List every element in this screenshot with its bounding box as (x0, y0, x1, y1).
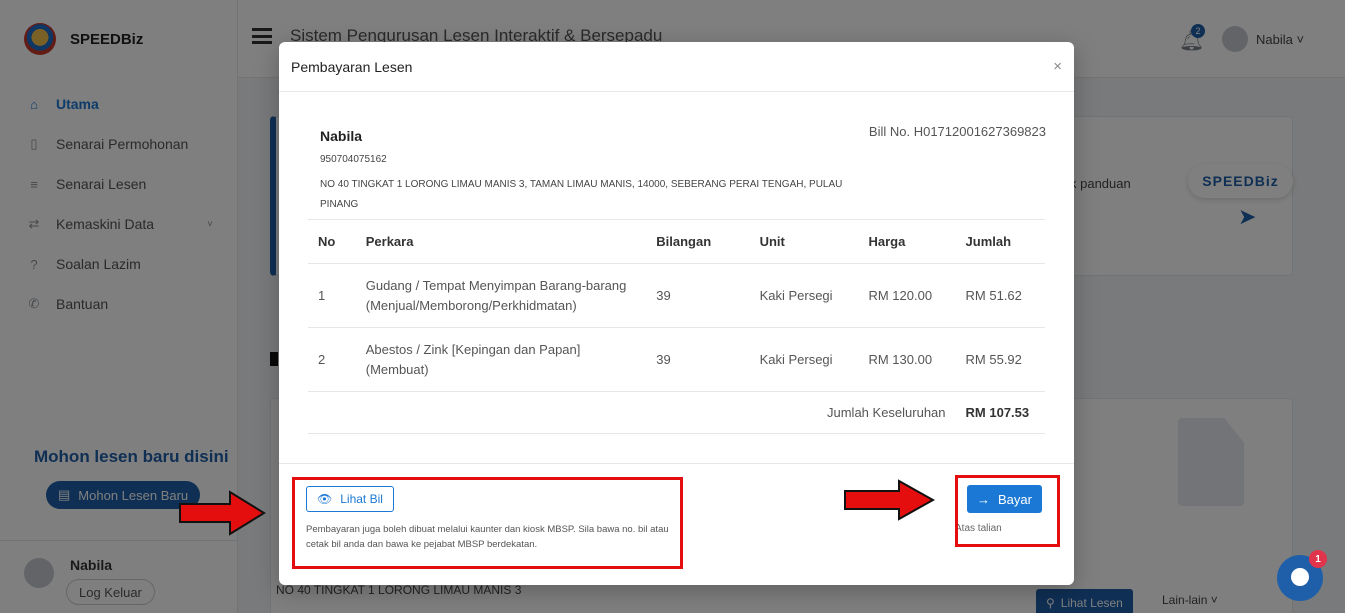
cell-no: 2 (308, 327, 356, 392)
total-row: Jumlah Keseluruhan RM 107.53 (308, 391, 1045, 434)
table-header-row: No Perkara Bilangan Unit Harga Jumlah (308, 219, 1045, 264)
cell-perkara: Gudang / Tempat Menyimpan Barang-barang … (355, 263, 647, 328)
column-header: Bilangan (646, 219, 750, 264)
column-header: Perkara (355, 219, 647, 264)
cell-perkara: Abestos / Zink [Kepingan dan Papan] (Mem… (355, 327, 647, 392)
cell-unit: Kaki Persegi (749, 263, 859, 328)
table-row: 1 Gudang / Tempat Menyimpan Barang-baran… (308, 263, 1045, 328)
cell-unit: Kaki Persegi (749, 327, 859, 392)
modal-header: Pembayaran Lesen × (279, 42, 1074, 92)
cell-bilangan: 39 (646, 327, 750, 392)
chat-badge: 1 (1309, 550, 1327, 568)
customer-address: NO 40 TINGKAT 1 LORONG LIMAU MANIS 3, TA… (320, 179, 843, 210)
bill-number: Bill No. H01712001627369823 (868, 124, 1046, 139)
close-icon[interactable]: × (1053, 58, 1062, 75)
ic-number: 950704075162 (320, 154, 387, 165)
cell-harga: RM 130.00 (858, 327, 956, 392)
arrow-right-icon (844, 479, 935, 521)
cell-jumlah: RM 51.62 (955, 263, 1045, 328)
cell-harga: RM 120.00 (858, 263, 956, 328)
modal-title: Pembayaran Lesen (291, 58, 413, 75)
customer-name: Nabila (320, 128, 363, 144)
highlight-box-view-bill (292, 477, 683, 569)
table-row: 2 Abestos / Zink [Kepingan dan Papan] (M… (308, 327, 1045, 392)
total-label: Jumlah Keseluruhan (308, 391, 956, 434)
column-header: Unit (749, 219, 859, 264)
column-header: Harga (858, 219, 956, 264)
total-value: RM 107.53 (955, 391, 1045, 434)
footer-divider (279, 463, 1074, 464)
highlight-box-pay (955, 475, 1060, 547)
column-header: Jumlah (955, 219, 1045, 264)
arrow-right-icon (179, 490, 266, 536)
cell-no: 1 (308, 263, 356, 328)
cell-jumlah: RM 55.92 (955, 327, 1045, 392)
column-header: No (308, 219, 356, 264)
cell-bilangan: 39 (646, 263, 750, 328)
bill-items-table: No Perkara Bilangan Unit Harga Jumlah 1 … (308, 219, 1045, 434)
